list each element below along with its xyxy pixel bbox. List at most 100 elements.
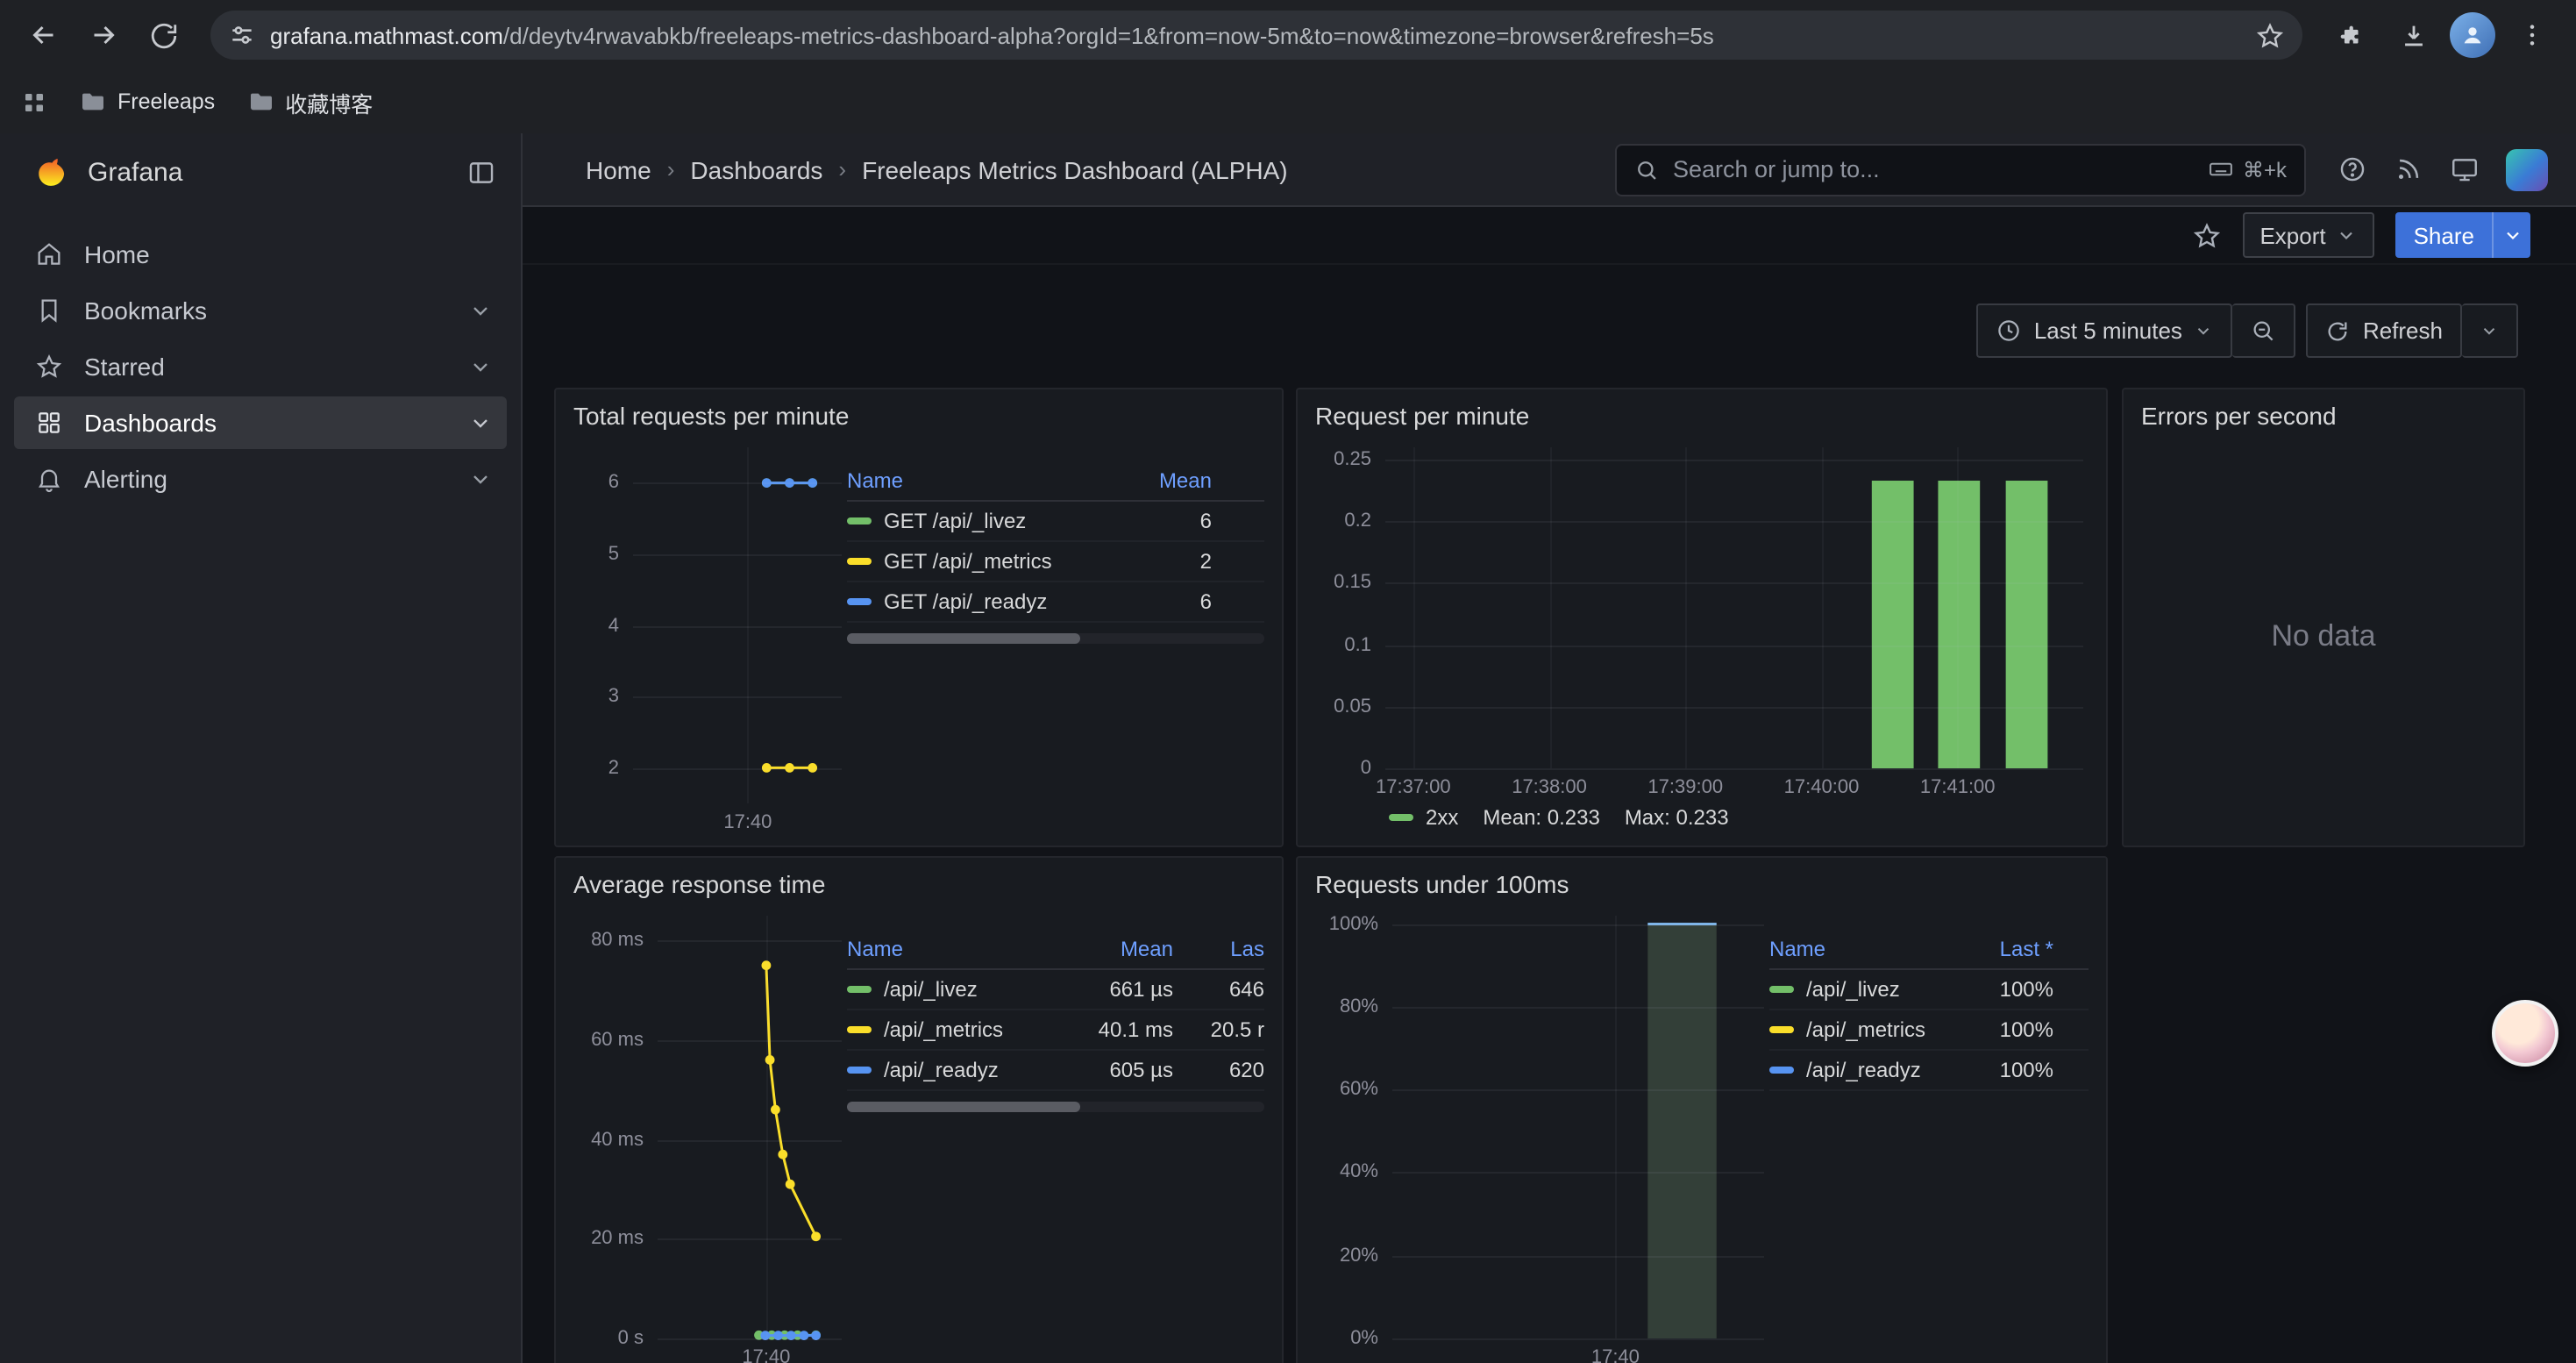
time-range-picker[interactable]: Last 5 minutes: [1976, 303, 2233, 358]
legend-row[interactable]: /api/_livez661 µs646: [847, 970, 1264, 1010]
panel-title[interactable]: Total requests per minute: [573, 402, 1264, 430]
chevron-down-icon: [2337, 225, 2358, 246]
panel-title[interactable]: Average response time: [573, 870, 1264, 898]
panel-title[interactable]: Errors per second: [2141, 402, 2506, 430]
url-bar[interactable]: grafana.mathmast.com/d/deytv4rwavabkb/fr…: [210, 11, 2302, 60]
assistant-avatar[interactable]: [2492, 1000, 2558, 1067]
gridline: [1392, 924, 1764, 925]
help-icon[interactable]: [2338, 154, 2367, 184]
chevron-down-icon: [2195, 321, 2214, 340]
y-axis-tick: 20%: [1340, 1245, 1378, 1266]
browser-profile-avatar[interactable]: [2450, 12, 2495, 58]
user-avatar[interactable]: [2506, 148, 2548, 190]
panel-title[interactable]: Requests under 100ms: [1315, 870, 2089, 898]
legend-column-header[interactable]: Name: [847, 937, 1082, 961]
series-color-swatch: [847, 986, 872, 993]
export-button[interactable]: Export: [2242, 212, 2374, 258]
legend-value: 100%: [1962, 977, 2089, 1002]
refresh-interval-dropdown[interactable]: [2462, 303, 2518, 358]
sidebar-item-bookmarks[interactable]: Bookmarks: [14, 284, 507, 337]
apps-grid-icon[interactable]: [21, 89, 47, 115]
legend-max: Max: 0.233: [1625, 805, 1729, 830]
refresh-button[interactable]: Refresh: [2307, 303, 2462, 358]
news-rss-icon[interactable]: [2394, 154, 2423, 184]
bookmark-folder-freeleaps[interactable]: Freeleaps: [79, 88, 215, 116]
legend-value: 6: [1121, 509, 1264, 533]
series-color-swatch: [847, 1026, 872, 1033]
y-axis-tick: 20 ms: [591, 1229, 644, 1250]
chevron-down-icon[interactable]: [468, 354, 493, 379]
legend-column-header[interactable]: Name: [847, 468, 1121, 493]
gridline: [1385, 583, 2083, 585]
scrollbar-thumb[interactable]: [847, 633, 1081, 644]
reload-icon[interactable]: [137, 9, 189, 61]
gridline: [633, 696, 842, 698]
legend-row[interactable]: /api/_readyz100%: [1769, 1051, 2089, 1091]
bookmark-folder-blogs[interactable]: 收藏博客: [246, 85, 373, 118]
chevron-down-icon[interactable]: [468, 298, 493, 323]
favorite-star-icon[interactable]: [2191, 220, 2221, 250]
forward-icon[interactable]: [77, 9, 130, 61]
search-icon: [1634, 157, 1659, 182]
browser-menu-icon[interactable]: [2506, 9, 2558, 61]
y-axis-tick: 60%: [1340, 1079, 1378, 1100]
dock-sidebar-icon[interactable]: [466, 157, 496, 187]
url-text[interactable]: grafana.mathmast.com/d/deytv4rwavabkb/fr…: [270, 22, 2255, 48]
legend-row[interactable]: /api/_metrics100%: [1769, 1010, 2089, 1051]
y-axis-tick: 0.05: [1334, 696, 1371, 717]
sidebar-item-dashboards[interactable]: Dashboards: [14, 396, 507, 449]
clock-icon: [1996, 318, 2022, 344]
series-color-swatch: [847, 1067, 872, 1074]
sidebar-item-starred[interactable]: Starred: [14, 340, 507, 393]
breadcrumb-home[interactable]: Home: [586, 155, 651, 183]
gridline: [1615, 916, 1617, 1338]
legend-scrollbar[interactable]: [847, 633, 1264, 644]
legend-item-2xx[interactable]: 2xx: [1389, 805, 1458, 830]
monitor-icon[interactable]: [2450, 154, 2480, 184]
y-axis-tick: 0.15: [1334, 573, 1371, 594]
gridline: [1958, 447, 1960, 768]
grafana-logo[interactable]: [32, 153, 70, 191]
chevron-down-icon[interactable]: [468, 410, 493, 435]
back-icon[interactable]: [18, 9, 70, 61]
extensions-icon[interactable]: [2323, 9, 2376, 61]
sidebar-item-home[interactable]: Home: [14, 228, 507, 281]
legend-row[interactable]: /api/_readyz605 µs620: [847, 1051, 1264, 1091]
bookmark-star-icon[interactable]: [2255, 20, 2285, 50]
gridline: [1549, 447, 1551, 768]
breadcrumb-dashboards[interactable]: Dashboards: [690, 155, 822, 183]
legend-row[interactable]: GET /api/_metrics2: [847, 542, 1264, 582]
scrollbar-thumb[interactable]: [847, 1102, 1081, 1112]
gridline: [633, 625, 842, 627]
downloads-icon[interactable]: [2387, 9, 2439, 61]
legend-row[interactable]: GET /api/_readyz6: [847, 582, 1264, 623]
legend-column-header[interactable]: Mean: [1121, 468, 1264, 493]
legend-column-header[interactable]: Last *: [1962, 937, 2089, 961]
y-axis-tick: 40 ms: [591, 1129, 644, 1150]
gridline: [1822, 447, 1824, 768]
time-series-chart: 6543217:40: [573, 437, 847, 835]
legend-row[interactable]: GET /api/_livez6: [847, 502, 1264, 542]
search-input[interactable]: Search or jump to... ⌘+k: [1615, 143, 2306, 196]
legend-column-header[interactable]: Mean: [1082, 937, 1173, 961]
legend-row[interactable]: /api/_metrics40.1 ms20.5 r: [847, 1010, 1264, 1051]
bookmark-label: Freeleaps: [117, 89, 215, 114]
legend-value: 605 µs: [1082, 1058, 1173, 1082]
legend-column-header[interactable]: Las: [1173, 937, 1264, 961]
gridline: [1385, 768, 2083, 770]
breadcrumb-current: Freeleaps Metrics Dashboard (ALPHA): [862, 155, 1288, 183]
gridline: [748, 447, 750, 803]
legend-column-header[interactable]: Name: [1769, 937, 1962, 961]
chevron-down-icon[interactable]: [468, 467, 493, 491]
gridline: [633, 554, 842, 556]
series-name: GET /api/_metrics: [884, 549, 1052, 574]
share-button[interactable]: Share: [2396, 212, 2492, 258]
legend-row[interactable]: /api/_livez100%: [1769, 970, 2089, 1010]
gridline: [1392, 1089, 1764, 1091]
share-dropdown-button[interactable]: [2492, 212, 2530, 258]
zoom-out-button[interactable]: [2233, 303, 2296, 358]
sidebar-item-alerting[interactable]: Alerting: [14, 453, 507, 505]
legend-scrollbar[interactable]: [847, 1102, 1264, 1112]
site-settings-icon[interactable]: [228, 21, 256, 49]
panel-title[interactable]: Request per minute: [1315, 402, 2089, 430]
